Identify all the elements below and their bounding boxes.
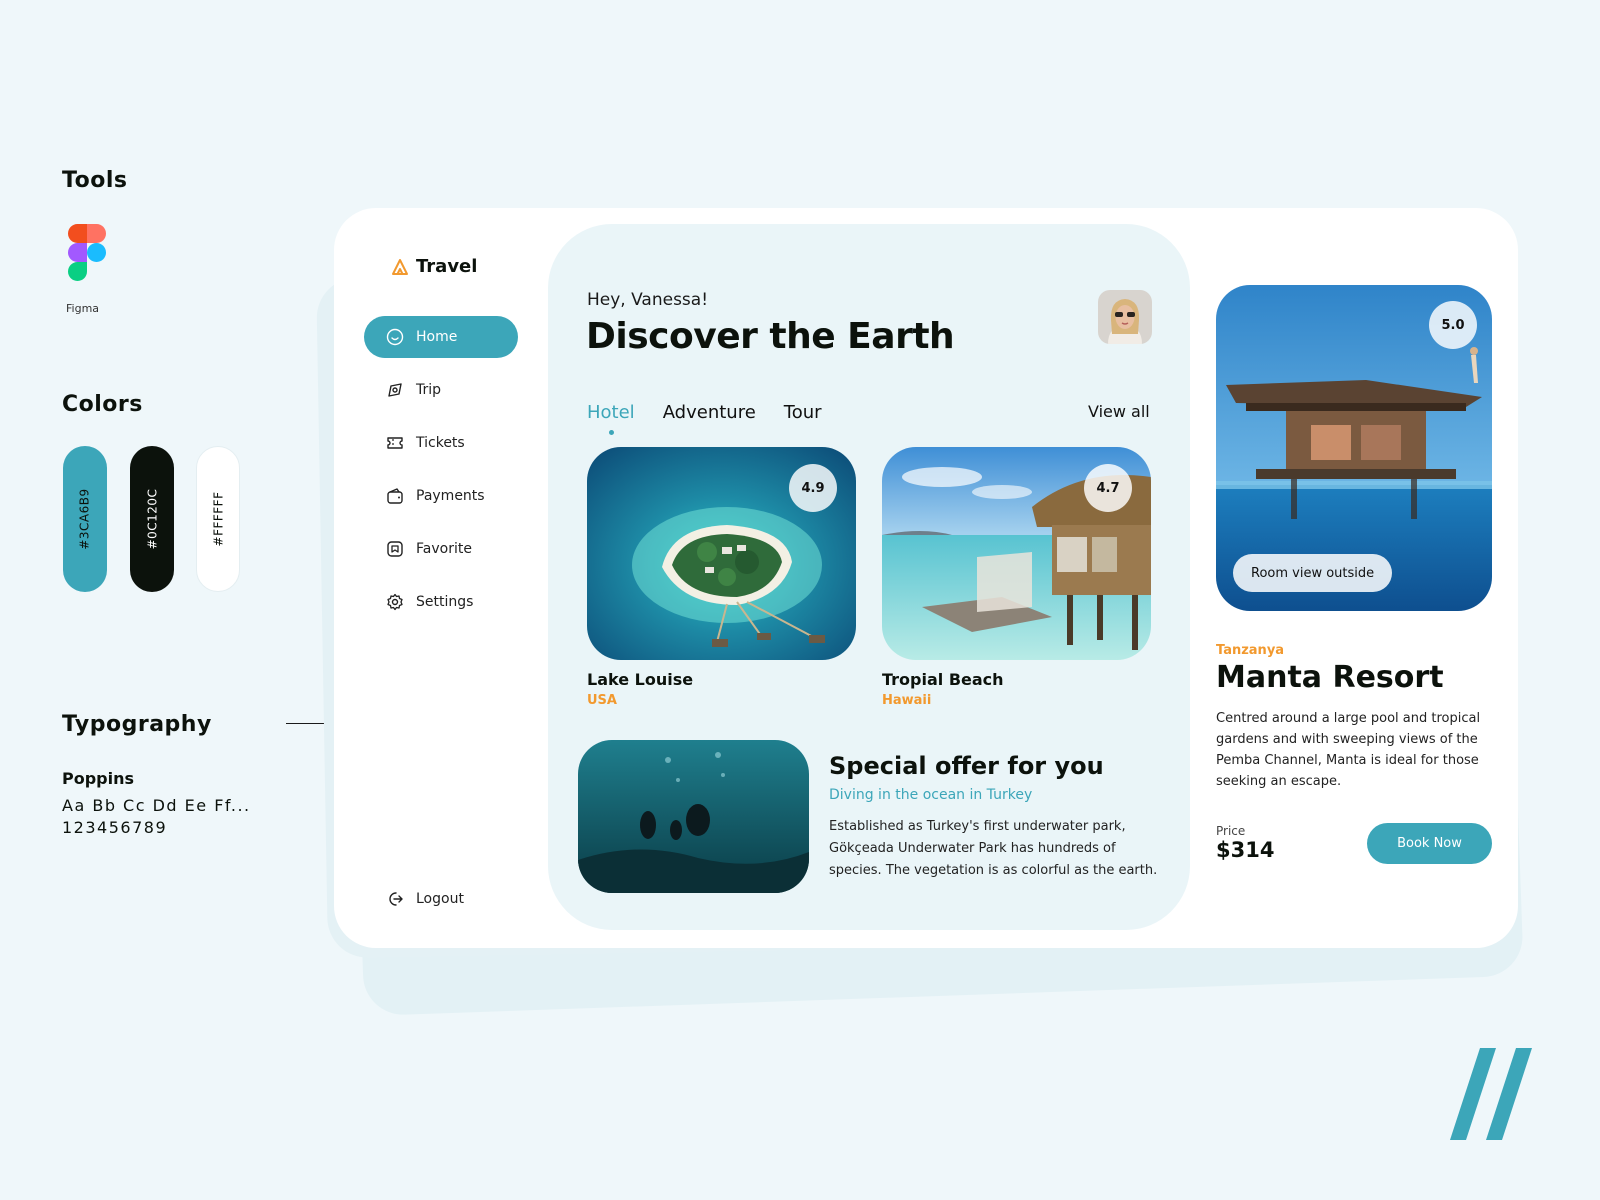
rating-badge: 5.0 (1429, 301, 1477, 349)
avatar[interactable] (1098, 290, 1152, 344)
tab-label: Adventure (662, 402, 756, 423)
place-country: USA (587, 693, 617, 708)
place-name: Tropial Beach (882, 670, 1004, 689)
brand-name: Travel (416, 256, 478, 277)
offer-description: Established as Turkey's first underwater… (829, 819, 1158, 878)
book-now-button[interactable]: Book Now (1367, 823, 1492, 864)
page-title: Discover the Earth (586, 316, 955, 357)
room-view-button[interactable]: Room view outside (1233, 554, 1393, 592)
color-swatch-white: #FFFFFF (196, 446, 240, 592)
sidebar-item-label: Tickets (416, 435, 465, 451)
place-country: Hawaii (882, 693, 932, 708)
logout-button[interactable]: Logout (386, 890, 464, 908)
user-avatar-image (1098, 290, 1152, 344)
tab-label: Tour (783, 402, 822, 423)
logout-icon (389, 892, 403, 906)
sidebar-item-home[interactable]: Home (364, 316, 518, 358)
rating-badge: 4.9 (789, 464, 837, 512)
sidebar-item-tickets[interactable]: Tickets (364, 422, 518, 464)
compass-icon (388, 383, 402, 397)
place-name: Lake Louise (587, 670, 694, 689)
sidebar-item-trip[interactable]: Trip (364, 369, 518, 411)
price-label: Price (1216, 824, 1246, 838)
logout-label: Logout (416, 891, 464, 907)
sidebar-item-label: Settings (416, 594, 474, 610)
home-icon (386, 328, 404, 346)
color-swatch-accent: #3CA6B9 (63, 446, 107, 592)
font-sample: Aa Bb Cc Dd Ee Ff... 123456789 (62, 795, 251, 839)
diving-photo (578, 740, 809, 893)
sidebar-item-payments[interactable]: Payments (364, 475, 518, 517)
sidebar-item-label: Favorite (416, 541, 472, 557)
color-swatch-label: #0C120C (145, 488, 160, 550)
color-swatch-label: #3CA6B9 (78, 488, 92, 550)
font-sample-numbers: 123456789 (62, 818, 168, 837)
tab-hotel[interactable]: Hotel (587, 402, 635, 435)
view-all-link[interactable]: View all (1088, 402, 1150, 421)
colors-heading: Colors (62, 392, 143, 417)
tab-tour[interactable]: Tour (784, 402, 822, 423)
figma-caption: Figma (66, 302, 100, 315)
resort-name: Manta Resort (1216, 660, 1444, 695)
color-swatch-dark: #0C120C (130, 446, 174, 592)
tab-adventure[interactable]: Adventure (663, 402, 756, 423)
wallet-icon (387, 488, 403, 504)
font-sample-letters: Aa Bb Cc Dd Ee Ff... (62, 796, 251, 815)
sidebar-item-label: Trip (416, 382, 442, 398)
ticket-icon (387, 437, 403, 449)
greeting: Hey, Vanessa! (587, 290, 709, 310)
sidebar-nav: Home Trip Tickets Payments Favorite Sett… (364, 316, 518, 634)
sidebar-item-label: Payments (416, 488, 485, 504)
sidebar-item-favorite[interactable]: Favorite (364, 528, 518, 570)
mountain-logo-icon (392, 258, 408, 275)
bookmark-icon (387, 541, 403, 557)
offer-title: Special offer for you (829, 752, 1104, 780)
tab-label: Hotel (587, 402, 635, 423)
typography-heading: Typography (62, 712, 212, 737)
font-name: Poppins (62, 769, 135, 788)
resort-description: Centred around a large pool and tropical… (1216, 711, 1481, 789)
tools-heading: Tools (62, 168, 128, 193)
gear-icon (387, 593, 403, 611)
rating-badge: 4.7 (1084, 464, 1132, 512)
resort-region: Tanzanya (1216, 643, 1285, 658)
active-tab-indicator (608, 430, 614, 435)
color-swatch-label: #FFFFFF (211, 491, 225, 547)
offer-subtitle: Diving in the ocean in Turkey (829, 787, 1033, 803)
category-tabs: Hotel Adventure Tour (587, 402, 822, 435)
price-value: $314 (1216, 838, 1275, 862)
figma-logo-icon (68, 224, 106, 281)
place-card-image[interactable]: 4.7 (882, 447, 1151, 660)
sidebar-item-settings[interactable]: Settings (364, 581, 518, 623)
brand[interactable]: Travel (390, 256, 477, 277)
place-card-image[interactable]: 4.9 (587, 447, 856, 660)
sidebar-item-label: Home (416, 329, 458, 345)
slashes-logo-icon (1450, 1048, 1532, 1140)
offer-image[interactable] (578, 740, 809, 893)
